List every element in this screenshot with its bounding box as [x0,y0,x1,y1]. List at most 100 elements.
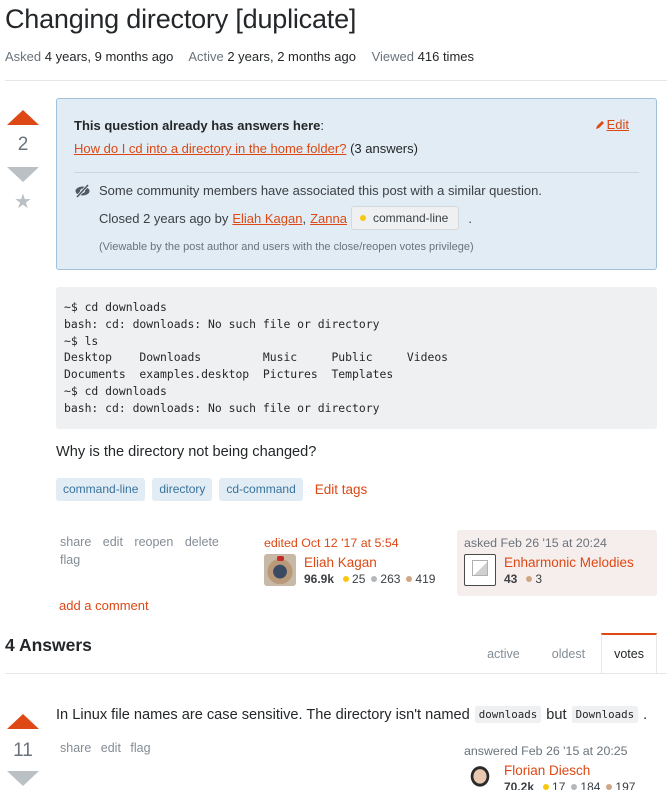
similar-notice: Some community members have associated t… [74,183,542,198]
closed-by-row: Closed 2 years ago by Eliah Kagan, Zanna… [99,206,472,230]
bronze-badge-count: 197 [615,780,636,790]
bronze-badge-icon [526,576,533,582]
reputation-score: 96.9k [304,572,335,586]
divider [5,80,667,81]
notice-heading: This question already has answers here: [74,118,324,133]
gold-badge-count: 25 [352,572,366,586]
star-icon[interactable]: ★ [0,192,46,212]
share-link[interactable]: share [60,741,91,755]
tag-cd-command[interactable]: cd-command [219,478,303,501]
question-tags: command-line directory cd-command Edit t… [56,478,367,501]
duplicate-link-row: How do I cd into a directory in the home… [74,141,418,156]
question-title[interactable]: Changing directory [duplicate] [5,4,356,35]
add-comment-link[interactable]: add a comment [59,598,149,613]
asker-name[interactable]: Enharmonic Melodies [504,554,634,571]
reputation-score: 70.2k [504,780,535,790]
answer-text: . [643,706,648,723]
answered-time[interactable]: answered Feb 26 '15 at 20:25 [464,744,664,758]
answer-sort-tabs: active oldest votes [471,633,657,674]
notice-edit-label[interactable]: Edit [607,117,629,132]
bronze-badge-count: 3 [535,572,543,586]
tag-command-line[interactable]: command-line [56,478,146,501]
reopen-link[interactable]: reopen [134,535,173,549]
silver-badge-icon [571,784,578,790]
active-value[interactable]: 2 years, 2 months ago [227,49,356,64]
editor-reputation: 96.9k 25 263 419 [304,571,435,587]
bronze-badge-icon [406,576,413,582]
duplicate-question-link[interactable]: How do I cd into a directory in the home… [74,141,346,156]
answer-body: In Linux file names are case sensitive. … [56,706,647,723]
share-link[interactable]: share [60,535,91,549]
viewed-value: 416 times [417,49,475,64]
answer-text: but [546,706,567,723]
notice-divider [74,172,639,173]
closer-tag-label: command-line [372,211,449,225]
asked-label: Asked [5,49,42,64]
comma: , [302,210,307,226]
duplicate-answer-count: (3 answers) [350,141,418,156]
editor-avatar[interactable] [264,554,296,586]
asked-time: asked Feb 26 '15 at 20:24 [464,536,607,550]
silver-badge-icon [371,576,378,582]
editor-card: edited Oct 12 '17 at 5:54 Eliah Kagan 96… [264,536,454,587]
closed-prefix: Closed 2 years ago by [99,210,229,226]
similar-text: Some community members have associated t… [99,183,542,198]
active-label: Active [188,49,224,64]
silver-badge-count: 184 [580,780,601,790]
answer-vote-count: 11 [13,740,33,761]
question-post-menu: share edit reopen delete flag [60,533,250,569]
notice-colon: : [320,118,324,133]
question-meta: Asked 4 years, 9 months ago Active 2 yea… [5,49,486,64]
question-vote-cell: 2 ★ [0,110,46,212]
arrow-up-icon[interactable] [7,714,39,729]
flag-link[interactable]: flag [130,741,150,755]
answers-heading: 4 Answers [5,635,92,655]
asker-card: asked Feb 26 '15 at 20:24 Enharmonic Mel… [457,530,657,596]
edited-time[interactable]: edited Oct 12 '17 at 5:54 [264,536,454,550]
tag-directory[interactable]: directory [152,478,213,501]
edit-tags-link[interactable]: Edit tags [315,482,368,497]
period: . [468,210,472,226]
closer-link[interactable]: Eliah Kagan [232,211,302,226]
notice-edit-link[interactable]: Edit [595,117,629,132]
arrow-down-icon[interactable] [7,167,39,182]
duplicate-notice: This question already has answers here: … [56,98,657,270]
gold-badge-dot [359,215,366,221]
bronze-badge-count: 419 [415,572,436,586]
tab-votes[interactable]: votes [601,633,657,674]
delete-link[interactable]: delete [185,535,219,549]
answerer-card: answered Feb 26 '15 at 20:25 Florian Die… [464,744,664,790]
pencil-icon [595,120,604,129]
viewed-label: Viewed [371,49,415,64]
answerer-avatar[interactable] [464,762,496,790]
editor-name[interactable]: Eliah Kagan [304,554,435,571]
inline-code: downloads [474,706,542,723]
arrow-up-icon[interactable] [7,110,39,125]
answers-divider [5,673,667,674]
tab-oldest[interactable]: oldest [536,634,601,674]
asker-avatar[interactable] [464,554,496,586]
edit-link[interactable]: edit [101,741,121,755]
bronze-badge-icon [606,784,613,790]
flag-link[interactable]: flag [60,553,80,567]
answerer-name[interactable]: Florian Diesch [504,762,635,779]
answer-text: In Linux file names are case sensitive. … [56,706,470,723]
eye-off-icon [75,183,90,198]
silver-badge-count: 263 [380,572,401,586]
reputation-score: 43 [504,572,518,586]
gold-badge-icon [543,784,550,790]
answer-vote-cell: 11 [0,714,46,786]
arrow-down-icon[interactable] [7,771,39,786]
asked-value: 4 years, 9 months ago [44,49,174,64]
answer-post-menu: share edit flag [60,741,157,755]
asker-reputation: 43 3 [504,571,634,587]
gold-badge-icon [343,576,350,582]
code-block: ~$ cd downloads bash: cd: downloads: No … [56,287,657,429]
edit-link[interactable]: edit [103,535,123,549]
question-vote-count: 2 [17,134,29,155]
tab-active[interactable]: active [471,634,536,674]
closer-link[interactable]: Zanna [310,211,347,226]
gold-badge-count: 17 [552,780,566,790]
closer-tag-badge[interactable]: command-line [350,206,460,230]
viewable-note: (Viewable by the post author and users w… [99,241,474,253]
